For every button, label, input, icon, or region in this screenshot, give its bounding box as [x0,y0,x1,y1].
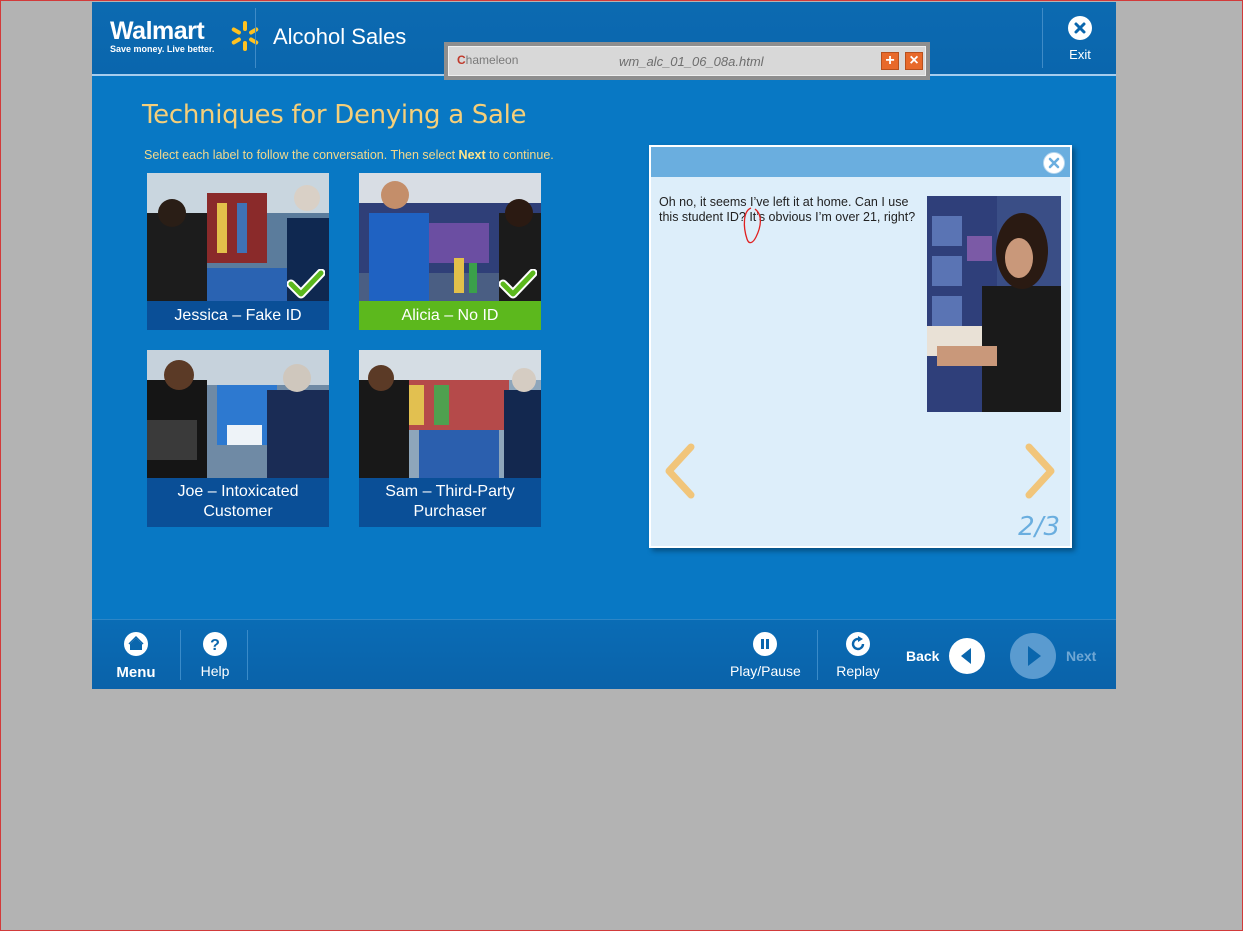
close-icon [1048,157,1060,169]
pause-icon [753,632,777,656]
header-divider [1042,8,1043,68]
footer-divider [247,630,248,680]
app-title: Alcohol Sales [273,24,407,49]
tile-photo [359,350,541,478]
chameleon-toolbar: Chameleon wm_alc_01_06_08a.html + × [444,42,930,80]
footer-divider [817,630,818,680]
tile-jessica[interactable]: Jessica – Fake ID [147,173,329,330]
tile-label: Joe – Intoxicated Customer [147,478,329,527]
next-arrow-icon[interactable] [1021,441,1059,501]
menu-label: Menu [116,664,156,681]
svg-text:?: ? [210,637,220,654]
tile-joe[interactable]: Joe – Intoxicated Customer [147,350,329,527]
annotation-mark [743,207,762,244]
play-pause-label: Play/Pause [730,663,801,679]
tile-label: Alicia – No ID [359,301,541,330]
previous-arrow-icon[interactable] [661,441,699,501]
help-icon: ? [203,632,227,656]
page-counter: 2/3 [1018,512,1060,542]
exit-button[interactable]: Exit [1050,16,1110,62]
back-arrow-icon [961,648,971,664]
tile-label: Jessica – Fake ID [147,301,329,330]
dialog-photo [927,196,1061,412]
next-button[interactable] [1010,633,1056,679]
tile-label: Sam – Third-Party Purchaser [359,478,541,527]
chameleon-logo: Chameleon [457,53,519,67]
back-button[interactable] [949,638,985,674]
page-title: Techniques for Denying a Sale [142,100,527,130]
tile-photo [147,350,329,478]
footer: Menu ? Help Play/Pause Replay Back Next [92,619,1116,689]
instructions-text: Select each label to follow the conversa… [144,148,459,162]
close-icon [1068,16,1092,40]
dialog-text: Oh no, it seems I’ve left it at home. Ca… [659,195,916,224]
logo-tagline: Save money. Live better. [110,44,215,54]
close-icon: × [909,52,919,69]
conversation-dialog: Oh no, it seems I’ve left it at home. Ca… [649,145,1072,548]
checkmark-icon [499,269,537,299]
checkmark-icon [287,269,325,299]
course-player: Walmart Save money. Live better. Alcohol… [92,2,1116,689]
help-button[interactable]: ? Help [195,632,235,679]
help-label: Help [200,663,230,679]
spark-icon [231,21,259,51]
close-popup-button[interactable]: × [905,52,923,70]
expand-button[interactable]: + [881,52,899,70]
tile-sam[interactable]: Sam – Third-Party Purchaser [359,350,541,527]
popup-filename: wm_alc_01_06_08a.html [619,54,764,69]
instructions-next: Next [458,148,486,162]
menu-button[interactable]: Menu [114,632,158,681]
next-arrow-icon [1028,646,1041,666]
walmart-logo: Walmart Save money. Live better. [110,17,259,54]
logo-wordmark: Walmart [110,17,205,45]
replay-button[interactable]: Replay [833,632,883,679]
exit-label: Exit [1069,47,1091,62]
footer-divider [180,630,181,680]
dialog-header [651,147,1070,177]
chameleon-brand: hameleon [465,53,519,67]
play-pause-button[interactable]: Play/Pause [730,632,801,679]
back-label: Back [906,648,940,664]
next-label: Next [1066,648,1097,664]
plus-icon: + [885,52,895,69]
replay-icon [846,632,870,656]
instructions: Select each label to follow the conversa… [144,148,554,162]
home-icon [124,632,148,656]
replay-label: Replay [836,663,880,679]
chameleon-toolbar-inner: Chameleon wm_alc_01_06_08a.html + × [448,46,926,76]
dialog-close-button[interactable] [1043,152,1065,174]
instructions-text-end: to continue. [485,148,554,162]
header-divider [255,8,256,68]
tile-alicia[interactable]: Alicia – No ID [359,173,541,330]
